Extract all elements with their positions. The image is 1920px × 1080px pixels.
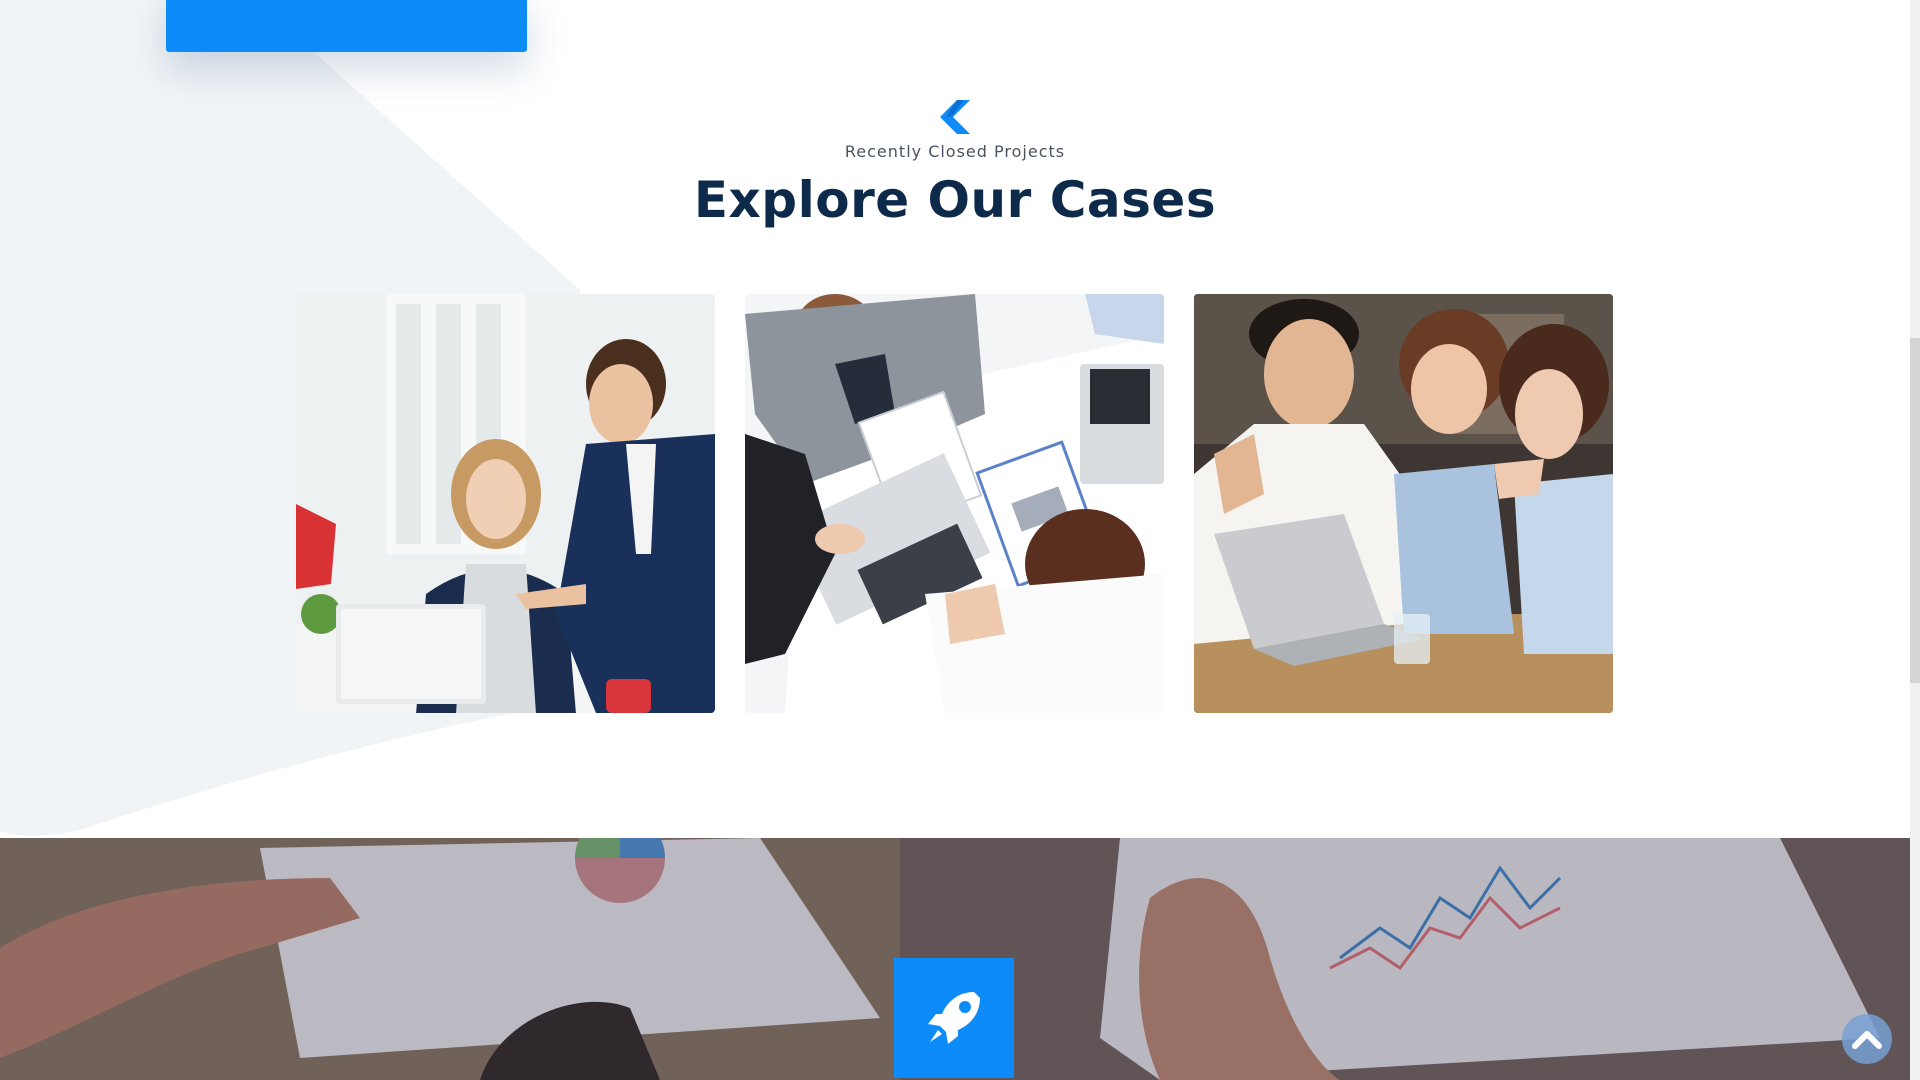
cta-button[interactable] — [166, 0, 527, 52]
rocket-icon — [928, 992, 980, 1044]
cases-grid — [296, 294, 1613, 713]
brand-logo-icon — [940, 100, 970, 134]
case-image-team-table-topview — [745, 294, 1164, 713]
section-header: Recently Closed Projects Explore Our Cas… — [0, 100, 1910, 229]
case-card-team-laptop[interactable] — [1194, 294, 1613, 713]
rocket-feature-tile[interactable] — [894, 958, 1014, 1078]
scrollbar-thumb[interactable] — [1910, 338, 1920, 683]
section-title: Explore Our Cases — [693, 171, 1217, 229]
case-card-team-table-topview[interactable] — [745, 294, 1164, 713]
section-subtitle: Recently Closed Projects — [844, 142, 1066, 161]
case-card-office-meeting[interactable] — [296, 294, 715, 713]
scroll-to-top-button[interactable] — [1842, 1014, 1892, 1064]
chevron-up-icon — [1852, 1031, 1882, 1049]
case-image-team-laptop — [1194, 294, 1613, 713]
page: Recently Closed Projects Explore Our Cas… — [0, 0, 1920, 1080]
case-image-office-meeting — [296, 294, 715, 713]
